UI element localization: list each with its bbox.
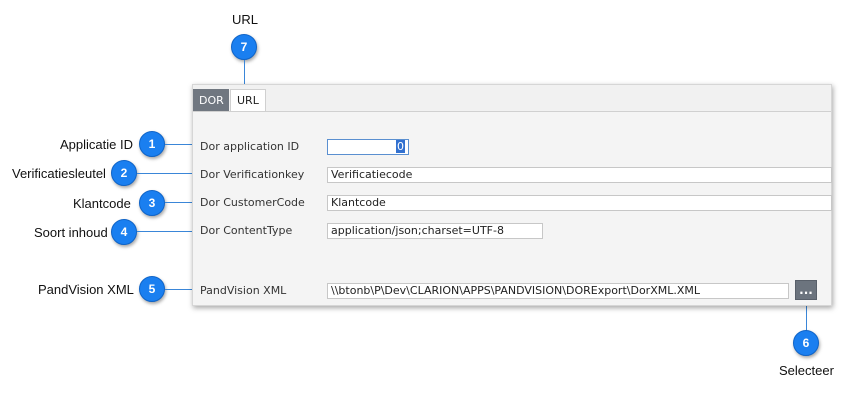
customer-code-input[interactable]: Klantcode	[327, 195, 832, 211]
app-id-label: Dor application ID	[200, 140, 300, 153]
callout-label-selecteer: Selecteer	[779, 363, 834, 378]
callout-line-5	[165, 289, 195, 290]
tab-url[interactable]: URL	[230, 89, 266, 111]
tab-bar: DOR URL	[193, 85, 831, 111]
tab-dor[interactable]: DOR	[193, 89, 229, 111]
callout-badge-3: 3	[139, 190, 165, 216]
xml-path-label: PandVision XML	[200, 284, 287, 297]
callout-line-4	[137, 231, 195, 232]
select-file-button[interactable]: ...	[795, 280, 817, 300]
callout-label-klantcode: Klantcode	[73, 196, 131, 211]
callout-badge-5: 5	[139, 276, 165, 302]
callout-label-soort-inhoud: Soort inhoud	[34, 225, 108, 240]
app-id-value: 0	[396, 140, 405, 153]
dor-settings-panel: DOR URL Dor application ID 0 Dor Verific…	[192, 84, 832, 306]
verification-key-input[interactable]: Verificatiecode	[327, 167, 832, 183]
app-id-input[interactable]: 0	[327, 139, 409, 155]
callout-badge-1: 1	[139, 131, 165, 157]
verification-key-label: Dor Verificationkey	[200, 168, 305, 181]
callout-label-url: URL	[232, 12, 259, 27]
callout-badge-4: 4	[111, 219, 137, 245]
content-type-input[interactable]: application/json;charset=UTF-8	[327, 223, 543, 239]
callout-label-pandvision-xml: PandVision XML	[38, 282, 134, 297]
callout-label-applicatie-id: Applicatie ID	[60, 137, 133, 152]
callout-badge-2: 2	[111, 160, 137, 186]
callout-badge-6: 6	[793, 330, 819, 356]
callout-badge-7: 7	[231, 34, 257, 60]
customer-code-label: Dor CustomerCode	[200, 196, 305, 209]
content-type-label: Dor ContentType	[200, 224, 293, 237]
callout-line-2	[137, 173, 195, 174]
callout-label-verificatiesleutel: Verificatiesleutel	[12, 166, 106, 181]
callout-line-6	[806, 304, 807, 332]
callout-line-1	[165, 144, 195, 145]
tab-content-dor: Dor application ID 0 Dor Verificationkey…	[193, 111, 832, 305]
xml-path-input[interactable]: \\btonb\P\Dev\CLARION\APPS\PANDVISION\DO…	[327, 283, 789, 299]
callout-line-3	[165, 202, 195, 203]
